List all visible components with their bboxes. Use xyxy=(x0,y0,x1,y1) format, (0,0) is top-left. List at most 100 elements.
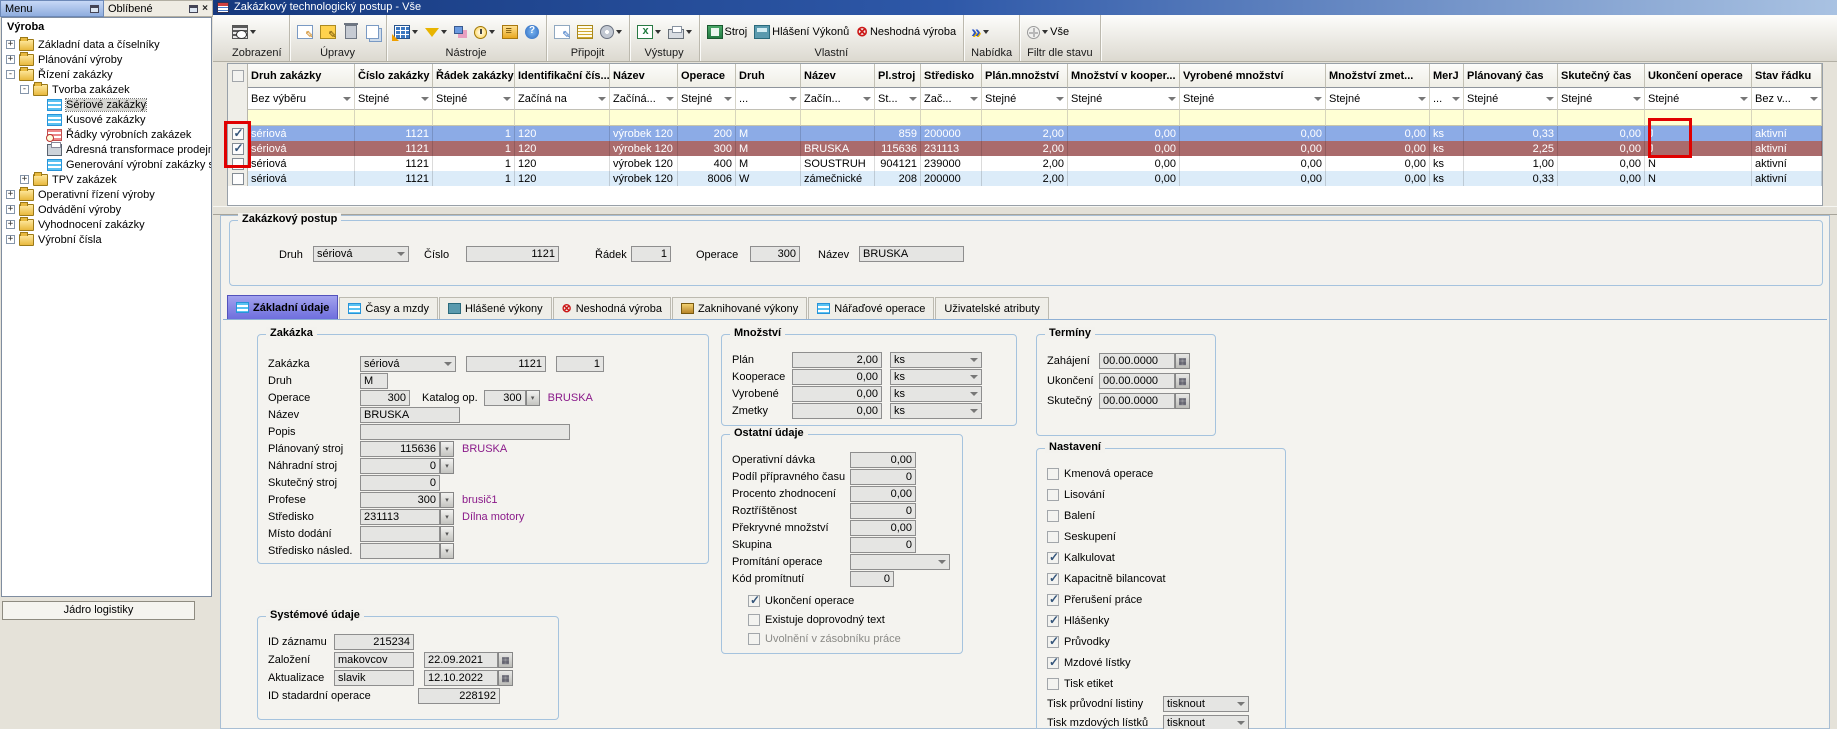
check-kalkulovat[interactable]: Kalkulovat xyxy=(1047,547,1285,568)
search-cell[interactable] xyxy=(248,110,355,126)
filter-combo-n-zev[interactable]: Začín... xyxy=(801,88,875,110)
tab-n-a-ov-operace[interactable]: Nářaďové operace xyxy=(808,297,934,319)
search-cell[interactable] xyxy=(515,110,610,126)
check-balen[interactable]: Balení xyxy=(1047,505,1285,526)
filter-combo-dek-zak-zky[interactable]: Stejné xyxy=(433,88,515,110)
column-header-vyroben-mno-stv[interactable]: Vyrobené množství xyxy=(1180,64,1326,88)
rozt-t-nost-field[interactable]: 0 xyxy=(850,503,916,519)
disc-button[interactable] xyxy=(600,25,622,39)
cislo-field[interactable]: 1121 xyxy=(466,246,559,262)
operace-field[interactable]: 300 xyxy=(750,246,800,262)
n-zev-field[interactable]: BRUSKA xyxy=(360,407,460,423)
checkbox[interactable] xyxy=(1047,552,1059,564)
calendar-button[interactable]: ▦ xyxy=(1175,373,1190,389)
delete-record-button[interactable] xyxy=(345,25,357,39)
tab-neshodn-v-roba[interactable]: ⊗Neshodná výroba xyxy=(553,297,671,319)
check-hl-enky[interactable]: Hlášenky xyxy=(1047,610,1285,631)
column-header-ukon-en-operace[interactable]: Ukončení operace xyxy=(1645,64,1752,88)
checkbox[interactable] xyxy=(1047,573,1059,585)
checkbox[interactable] xyxy=(1047,615,1059,627)
search-cell[interactable] xyxy=(801,110,875,126)
lookup-button[interactable]: ▾ xyxy=(440,543,454,559)
lookup-button[interactable]: ▾ xyxy=(440,492,454,508)
checkbox[interactable] xyxy=(1047,657,1059,669)
filter-combo-slo-zak-zky[interactable]: Stejné xyxy=(355,88,433,110)
zak-zka-combo[interactable]: sériová xyxy=(360,356,456,372)
tree-item-tpv-zak-zek[interactable]: +TPV zakázek xyxy=(2,172,211,187)
search-cell[interactable] xyxy=(1180,110,1326,126)
tree-item-s-riov-zak-zky[interactable]: Sériové zakázky xyxy=(2,97,211,112)
tree-expander-icon[interactable]: + xyxy=(20,175,29,184)
filter-combo-druh-zak-zky[interactable]: Bez výběru xyxy=(248,88,355,110)
aktualizace-date-field[interactable]: 12.10.2022 xyxy=(424,670,498,686)
tab-u-ivatelsk-atributy[interactable]: Uživatelské atributy xyxy=(935,297,1048,319)
k-d-prom-tnut-field[interactable]: 0 xyxy=(850,571,894,587)
tree-item-adresn-transformace-prodejn-obj[interactable]: Adresná transformace prodejní obj xyxy=(2,142,211,157)
search-cell[interactable] xyxy=(1430,110,1464,126)
check-pr-vodky[interactable]: Průvodky xyxy=(1047,631,1285,652)
checkbox[interactable] xyxy=(748,614,760,626)
column-header-stav-dku[interactable]: Stav řádku xyxy=(1752,64,1822,88)
zalo-en-field[interactable]: makovcov xyxy=(334,652,414,668)
tree-expander-icon[interactable]: + xyxy=(6,40,15,49)
profese-field[interactable]: 300 xyxy=(360,492,440,508)
check-p-eru-en-pr-ce[interactable]: Přerušení práce xyxy=(1047,589,1285,610)
tree-expander-icon[interactable]: + xyxy=(6,190,15,199)
filter-combo-ukon-en-operace[interactable]: Stejné xyxy=(1645,88,1752,110)
pl-novan-stroj-field[interactable]: 115636 xyxy=(360,441,440,457)
search-cell[interactable] xyxy=(1326,110,1430,126)
search-cell[interactable] xyxy=(736,110,801,126)
calendar-button[interactable]: ▦ xyxy=(498,652,513,668)
tree-item-kusov-zak-zky[interactable]: Kusové zakázky xyxy=(2,112,211,127)
checkbox[interactable] xyxy=(1047,531,1059,543)
tisk-mzdov-ch-l-stk-combo[interactable]: tisknout xyxy=(1163,715,1249,729)
prom-t-n-operace-combo[interactable] xyxy=(850,554,950,570)
filter-combo-druh[interactable]: ... xyxy=(736,88,801,110)
filter-combo-pl-novan-as[interactable]: Stejné xyxy=(1464,88,1558,110)
tree-expander-icon[interactable]: + xyxy=(6,220,15,229)
checkbox[interactable] xyxy=(1047,594,1059,606)
check-lisov-n[interactable]: Lisování xyxy=(1047,484,1285,505)
popis-field[interactable] xyxy=(360,424,570,440)
new-record-button[interactable] xyxy=(297,25,313,39)
row-checkbox-cell[interactable] xyxy=(228,64,248,88)
table-row[interactable]: sériová11211120výrobek 120200M8592000002… xyxy=(228,126,1802,141)
search-cell[interactable] xyxy=(678,110,736,126)
calendar-button[interactable]: ▦ xyxy=(498,670,513,686)
tree-item-vyhodnocen-zak-zky[interactable]: +Vyhodnocení zakázky xyxy=(2,217,211,232)
column-header-skute-n-as[interactable]: Skutečný čas xyxy=(1558,64,1645,88)
tree-item-generov-n-v-robn-zak-zky-s-rozp[interactable]: Generování výrobní zakázky s rozp xyxy=(2,157,211,172)
checkbox[interactable] xyxy=(1047,489,1059,501)
hlaseni-vykonu-button[interactable]: Hlášení Výkonů xyxy=(754,25,849,39)
filter-combo-st-edisko[interactable]: Zač... xyxy=(921,88,982,110)
nazev-field[interactable]: BRUSKA xyxy=(859,246,964,262)
checkbox[interactable] xyxy=(1047,510,1059,522)
zalo-en-date-field[interactable]: 22.09.2021 xyxy=(424,652,498,668)
zmetky-unit-combo[interactable]: ks xyxy=(890,403,982,419)
checkbox[interactable] xyxy=(748,633,760,645)
kooperace-unit-combo[interactable]: ks xyxy=(890,369,982,385)
checkbox[interactable] xyxy=(1047,468,1059,480)
zah-jen-date-field[interactable]: 00.00.0000 xyxy=(1099,353,1175,369)
id-stadardn-operace-field[interactable]: 228192 xyxy=(418,688,500,704)
lookup-button[interactable]: ▾ xyxy=(440,441,454,457)
column-header-merj[interactable]: MerJ xyxy=(1430,64,1464,88)
pl-n-field[interactable]: 2,00 xyxy=(792,352,882,368)
table-row[interactable]: sériová11211120výrobek 1208006Wzámečnick… xyxy=(228,171,1802,186)
tisk-pr-vodn-listiny-combo[interactable]: tisknout xyxy=(1163,696,1249,712)
filter-combo-n-zev[interactable]: Začíná... xyxy=(610,88,678,110)
check-mzdov-l-stky[interactable]: Mzdové lístky xyxy=(1047,652,1285,673)
horizontal-splitter[interactable] xyxy=(213,206,1837,215)
skute-n-date-field[interactable]: 00.00.0000 xyxy=(1099,393,1175,409)
check-ukon-en-operace[interactable]: Ukončení operace xyxy=(748,591,962,610)
search-cell[interactable] xyxy=(875,110,921,126)
edit-record-button[interactable] xyxy=(320,25,336,39)
tree-expander-icon[interactable]: - xyxy=(6,70,15,79)
column-header-identifika-n-s[interactable]: Identifikační čís... xyxy=(515,64,610,88)
search-cell[interactable] xyxy=(1752,110,1822,126)
check-tisk-etiket[interactable]: Tisk etiket xyxy=(1047,673,1285,694)
search-cell[interactable] xyxy=(1464,110,1558,126)
print-button[interactable] xyxy=(668,26,692,39)
export-excel-button[interactable] xyxy=(637,25,661,39)
zak-zka-field[interactable]: 1 xyxy=(556,356,604,372)
